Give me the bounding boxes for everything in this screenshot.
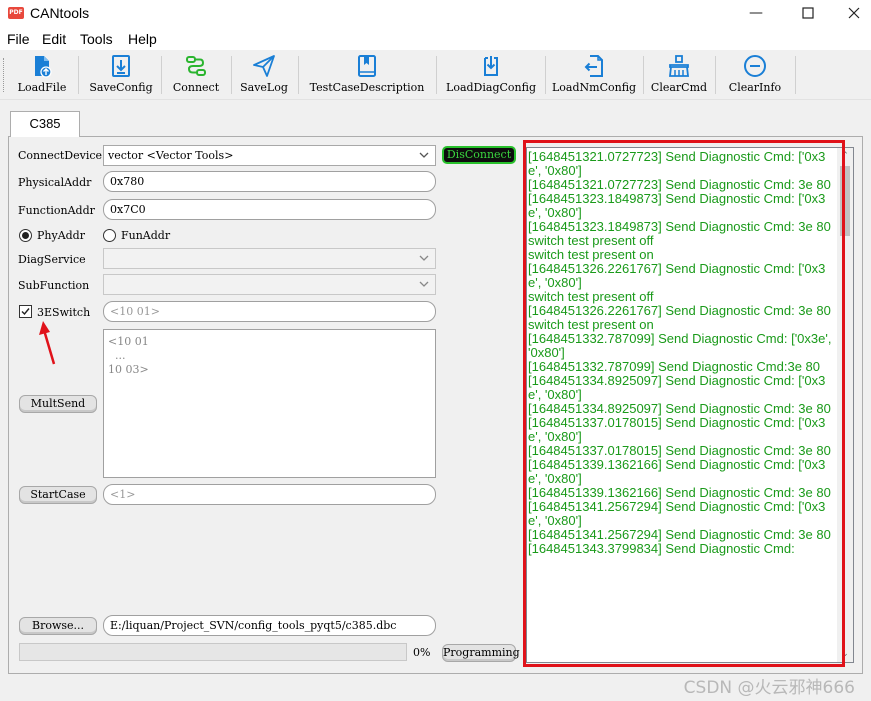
connect-device-label: ConnectDevice <box>18 149 103 162</box>
fun-addr-radio[interactable] <box>103 229 116 242</box>
menu-edit[interactable]: Edit <box>42 31 66 47</box>
tool-loaddiagconfig[interactable]: LoadDiagConfig <box>444 52 538 98</box>
close-icon[interactable] <box>831 0 871 26</box>
toolbar-separator <box>298 56 299 94</box>
load-doc-icon <box>484 56 498 76</box>
toolbar-separator <box>545 56 546 94</box>
title-bar: PDF CANtools — <box>0 0 871 28</box>
function-addr-label: FunctionAddr <box>18 204 95 217</box>
tool-loadnmconfig-label: LoadNmConfig <box>552 81 637 94</box>
connect-device-select[interactable]: vector <Vector Tools> <box>103 145 436 166</box>
browse-path-input[interactable]: E:/liquan/Project_SVN/config_tools_pyqt5… <box>103 615 436 636</box>
minus-circle-icon <box>744 55 766 77</box>
toolbar-separator <box>643 56 644 94</box>
diag-service-select[interactable] <box>103 248 436 269</box>
tool-testcasedescription-label: TestCaseDescription <box>309 81 425 94</box>
sub-function-label: SubFunction <box>18 279 90 292</box>
tab-c385[interactable]: C385 <box>10 111 80 137</box>
tool-clearcmd-label: ClearCmd <box>650 81 708 94</box>
tool-connect-label: Connect <box>172 81 220 94</box>
tool-clearcmd[interactable]: ClearCmd <box>650 52 708 98</box>
toolbar: LoadFile SaveConfig Connect SaveLog Test… <box>0 50 871 100</box>
programming-button[interactable]: Programming <box>442 644 520 662</box>
startcase-button[interactable]: StartCase <box>19 486 97 504</box>
paper-plane-icon <box>253 55 275 77</box>
chevron-down-icon <box>419 281 429 287</box>
diag-service-label: DiagService <box>18 253 86 266</box>
progress-percent: 0% <box>413 646 431 659</box>
phy-addr-radio-label: PhyAddr <box>37 229 85 242</box>
menu-bar: File Edit Tools Help <box>0 28 871 50</box>
radio-selected-dot <box>22 232 29 239</box>
toolbar-separator <box>78 56 79 94</box>
toolbar-separator <box>231 56 232 94</box>
fun-addr-radio-label: FunAddr <box>121 229 171 242</box>
tool-savelog-label: SaveLog <box>240 81 288 94</box>
multsend-textarea[interactable]: <10 01 ... 10 03> <box>103 329 436 478</box>
toolbar-separator <box>436 56 437 94</box>
tool-connect[interactable]: Connect <box>168 52 224 98</box>
watermark: CSDN @火云邪神666 <box>683 678 855 698</box>
toolbar-separator <box>795 56 796 94</box>
toolbar-grip[interactable] <box>3 58 6 92</box>
tool-testcasedescription[interactable]: TestCaseDescription <box>305 52 429 98</box>
browse-button[interactable]: Browse... <box>19 617 97 635</box>
tool-loadfile[interactable]: LoadFile <box>14 52 70 98</box>
chevron-down-icon <box>419 255 429 261</box>
tool-saveconfig-label: SaveConfig <box>89 81 153 94</box>
minimize-icon[interactable]: — <box>733 0 779 26</box>
menu-tools[interactable]: Tools <box>80 31 113 47</box>
physical-addr-input[interactable]: 0x780 <box>103 171 436 192</box>
tool-loadfile-label: LoadFile <box>17 81 67 94</box>
annotation-highlight-box <box>523 140 845 667</box>
toolbar-separator <box>715 56 716 94</box>
sub-function-select[interactable] <box>103 274 436 295</box>
3e-switch-input[interactable]: <10 01> <box>103 301 436 322</box>
checkmark-icon <box>21 308 30 316</box>
menu-file[interactable]: File <box>7 31 30 47</box>
app-icon: PDF <box>8 7 24 19</box>
tool-loadnmconfig[interactable]: LoadNmConfig <box>552 52 636 98</box>
disconnect-button[interactable]: DisConnect <box>442 146 516 164</box>
import-doc-icon <box>584 55 603 77</box>
maximize-icon[interactable] <box>785 0 831 26</box>
broom-icon <box>668 55 690 77</box>
annotation-arrow-icon <box>39 321 56 365</box>
phy-addr-radio[interactable] <box>19 229 32 242</box>
chevron-down-icon <box>419 152 429 158</box>
function-addr-input[interactable]: 0x7C0 <box>103 199 436 220</box>
tool-loaddiagconfig-label: LoadDiagConfig <box>446 81 536 94</box>
window-title: CANtools <box>30 5 90 21</box>
multsend-button[interactable]: MultSend <box>19 395 97 413</box>
menu-help[interactable]: Help <box>128 31 157 47</box>
toolbar-separator <box>161 56 162 94</box>
connect-device-value: vector <Vector Tools> <box>108 149 234 162</box>
3e-switch-checkbox[interactable] <box>19 305 32 318</box>
startcase-input[interactable]: <1> <box>103 484 436 505</box>
download-doc-icon <box>112 55 130 77</box>
progress-bar <box>19 643 407 661</box>
physical-addr-label: PhysicalAddr <box>18 176 92 189</box>
file-upload-icon <box>35 56 52 78</box>
tool-clearinfo-label: ClearInfo <box>728 81 782 94</box>
tool-clearinfo[interactable]: ClearInfo <box>722 52 788 98</box>
tool-savelog[interactable]: SaveLog <box>238 52 290 98</box>
tool-saveconfig[interactable]: SaveConfig <box>86 52 156 98</box>
connect-icon <box>186 56 206 76</box>
book-icon <box>358 55 376 77</box>
